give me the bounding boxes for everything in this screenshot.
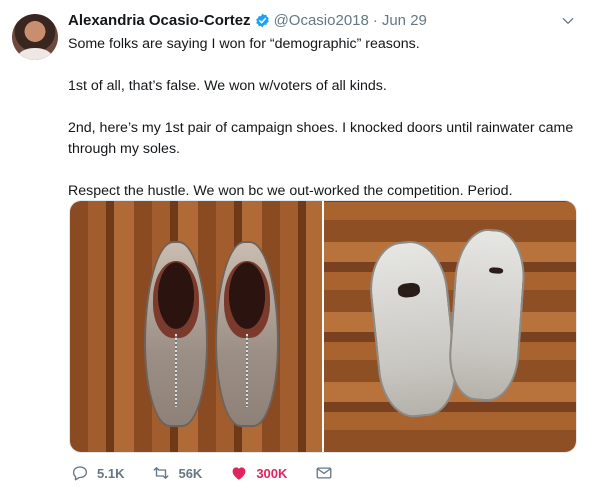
tweet-text: Some folks are saying I won for “demogra… (68, 34, 578, 202)
retweet-icon (154, 467, 169, 479)
verified-badge-icon (255, 13, 269, 27)
sole-crack (488, 267, 504, 275)
avatar-figure (18, 48, 52, 60)
chevron-down-icon[interactable] (561, 14, 575, 28)
shoe-right (215, 241, 279, 427)
author-name[interactable]: Alexandria Ocasio-Cortez (68, 12, 251, 29)
tweet-date[interactable]: Jun 29 (382, 12, 427, 29)
heart-icon (232, 467, 246, 480)
reply-button[interactable]: 5.1K (71, 464, 124, 482)
photo-shoes-soles[interactable] (324, 201, 576, 452)
tweet-actions: 5.1K 56K 300K (71, 462, 369, 484)
tweet-paragraph: Some folks are saying I won for “demogra… (68, 36, 420, 52)
author-handle[interactable]: @Ocasio2018 (274, 12, 369, 29)
tweet-card[interactable]: Alexandria Ocasio-Cortez @Ocasio2018 · J… (0, 0, 593, 491)
envelope-icon (316, 467, 332, 479)
shoe-zipper (245, 334, 249, 407)
tweet-paragraph: 1st of all, that’s false. We won w/voter… (68, 78, 387, 94)
tweet-header: Alexandria Ocasio-Cortez @Ocasio2018 · J… (68, 10, 427, 30)
sole-left (365, 237, 461, 421)
like-count: 300K (256, 465, 288, 481)
shoe-opening (224, 261, 270, 338)
shoe-zipper (174, 334, 178, 407)
direct-message-button[interactable] (315, 464, 341, 482)
like-button[interactable]: 300K (230, 464, 287, 482)
photo-shoes-top[interactable] (70, 201, 322, 452)
shoe-opening (153, 261, 199, 338)
retweet-count: 56K (178, 465, 203, 481)
retweet-button[interactable]: 56K (152, 464, 202, 482)
sole-hole (397, 282, 421, 299)
avatar[interactable] (12, 14, 58, 60)
tweet-paragraph: Respect the hustle. We won bc we out-wor… (68, 183, 513, 199)
reply-icon (72, 466, 88, 481)
sole-right (446, 226, 528, 404)
tweet-paragraph: 2nd, here’s my 1st pair of campaign shoe… (68, 120, 574, 157)
separator-dot: · (372, 11, 378, 29)
shoe-left (144, 241, 208, 427)
reply-count: 5.1K (97, 465, 125, 481)
tweet-media (69, 200, 577, 453)
